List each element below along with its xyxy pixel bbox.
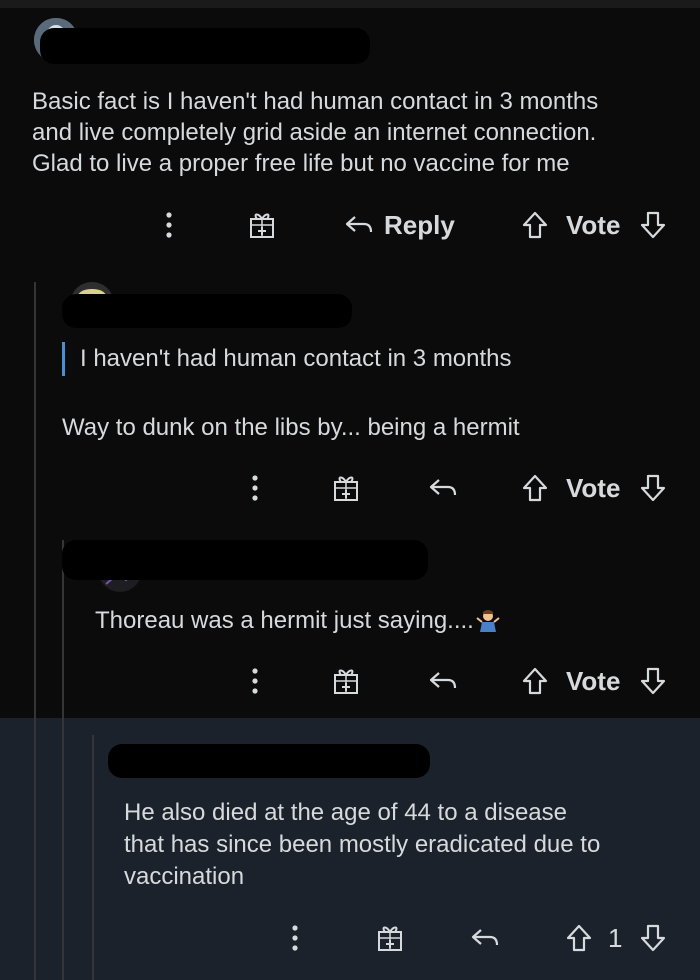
more-options-icon (166, 212, 172, 238)
reply-button[interactable] (428, 468, 458, 508)
top-edge (0, 0, 700, 8)
award-button[interactable] (332, 468, 360, 508)
award-button[interactable] (376, 918, 404, 958)
username-redacted (62, 540, 428, 580)
comment-actions: Vote (0, 661, 700, 701)
comment-text: that has since been mostly eradicated du… (124, 831, 601, 858)
more-options-button[interactable] (164, 205, 174, 245)
downvote-button[interactable] (640, 468, 666, 508)
comment-actions: 1 (0, 918, 700, 958)
award-button[interactable] (332, 661, 360, 701)
reply-arrow-icon (471, 929, 499, 946)
upvote-arrow-icon (522, 667, 548, 695)
downvote-arrow-icon (640, 667, 666, 695)
reply-button[interactable] (428, 661, 458, 701)
thread-line (34, 282, 36, 980)
award-button[interactable] (248, 205, 276, 245)
downvote-arrow-icon (640, 211, 666, 239)
award-gift-icon (334, 669, 358, 694)
reply-button[interactable] (470, 918, 500, 958)
reply-arrow-icon (429, 479, 457, 496)
award-gift-icon (334, 476, 358, 501)
upvote-arrow-icon (522, 211, 548, 239)
downvote-arrow-icon (640, 474, 666, 502)
shrug-emoji-icon (476, 610, 500, 632)
comment-text: and live completely grid aside an intern… (32, 119, 597, 146)
upvote-arrow-icon (522, 474, 548, 502)
username-redacted (62, 294, 352, 328)
vote-label: Vote (566, 472, 621, 503)
upvote-button[interactable] (566, 918, 592, 958)
reply-label: Reply (384, 209, 455, 240)
downvote-button[interactable] (640, 661, 666, 701)
comment-text: Glad to live a proper free life but no v… (32, 150, 570, 177)
comment-text: Way to dunk on the libs by... being a he… (62, 414, 520, 441)
username-redacted (108, 744, 430, 778)
username-redacted (40, 28, 370, 64)
vote-label: Vote (566, 665, 621, 696)
comment-text: Basic fact is I haven't had human contac… (32, 88, 599, 115)
more-options-button[interactable] (250, 468, 260, 508)
reply-arrow-icon (345, 216, 373, 233)
more-options-button[interactable] (290, 918, 300, 958)
comment-actions: Reply Vote (0, 205, 700, 245)
downvote-button[interactable] (640, 205, 666, 245)
vote-label: Vote (566, 209, 621, 240)
comment-text: He also died at the age of 44 to a disea… (124, 799, 567, 826)
upvote-button[interactable] (522, 468, 548, 508)
more-options-icon (252, 668, 258, 694)
more-options-icon (252, 475, 258, 501)
upvote-button[interactable] (522, 205, 548, 245)
more-options-button[interactable] (250, 661, 260, 701)
comment-actions: Vote (0, 468, 700, 508)
upvote-arrow-icon (566, 924, 592, 952)
downvote-arrow-icon (640, 924, 666, 952)
reply-arrow-icon (429, 672, 457, 689)
vote-count: 1 (608, 922, 623, 953)
award-gift-icon (250, 213, 274, 238)
comment-text: vaccination (124, 863, 245, 890)
thread-line (62, 540, 64, 980)
comment-text: Thoreau was a hermit just saying.... (95, 605, 500, 636)
quoted-text: I haven't had human contact in 3 months (80, 345, 512, 372)
more-options-icon (292, 925, 298, 951)
award-gift-icon (378, 926, 402, 951)
reply-button[interactable]: Reply (344, 205, 465, 245)
quote-bar (62, 342, 65, 376)
downvote-button[interactable] (640, 918, 666, 958)
upvote-button[interactable] (522, 661, 548, 701)
